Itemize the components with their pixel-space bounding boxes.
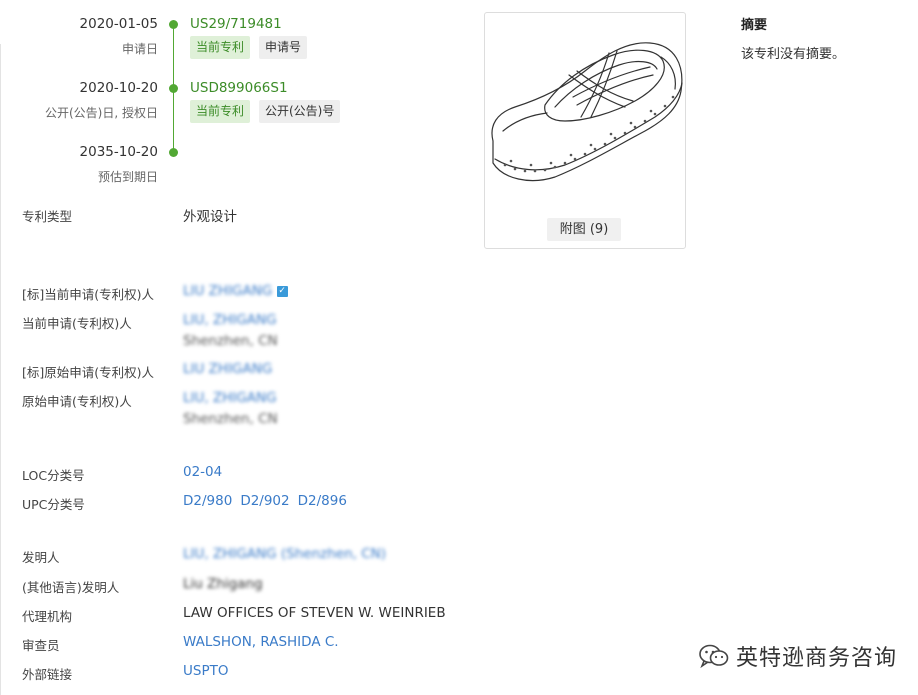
inventor-other-label: (其他语言)发明人 [22,580,120,595]
application-date-label: 申请日 [121,42,158,56]
timeline-dot [169,84,178,93]
watermark-text: 英特逊商务咨询 [736,646,898,671]
external-link-label: 外部链接 [22,667,73,682]
expiry-date-label: 预估到期日 [97,170,158,184]
abstract-text: 该专利没有摘要。 [741,47,846,62]
std-original-applicant-label: [标]原始申请(专利权)人 [22,365,155,380]
uspto-link[interactable]: USPTO [183,663,228,679]
publication-number-link[interactable]: USD899066S1 [190,80,288,96]
wechat-icon [699,644,729,669]
upc-label: UPC分类号 [22,497,85,512]
publication-date-label: 公开(公告)日, 授权日 [45,106,158,120]
figures-button[interactable]: 附图 (9) [547,218,621,241]
inventor-other-value: Liu Zhigang [183,576,263,592]
expiry-date: 2035-10-20 [79,144,158,160]
std-current-applicant-link[interactable]: LIU ZHIGANG [183,283,272,299]
inventor-label: 发明人 [22,550,60,565]
current-applicant-location: Shenzhen, CN [183,333,278,349]
agency-label: 代理机构 [22,609,73,624]
page-frame [0,44,1,695]
inventor-link[interactable]: LIU, ZHIGANG (Shenzhen, CN) [183,546,386,562]
publication-date: 2020-10-20 [79,80,158,96]
current-applicant-link[interactable]: LIU, ZHIGANG [183,312,277,328]
shoe-drawing [491,42,683,182]
patent-type-label: 专利类型 [22,209,73,224]
loc-link[interactable]: 02-04 [183,464,222,480]
timeline-dot [169,20,178,29]
upc-values: D2/980 D2/902 D2/896 [183,493,355,509]
application-number-link[interactable]: US29/719481 [190,16,282,32]
original-applicant-location: Shenzhen, CN [183,411,278,427]
watermark: 英特逊商务咨询 [698,640,897,672]
current-patent-tag: 当前专利 [190,100,251,123]
original-applicant-link[interactable]: LIU, ZHIGANG [183,390,277,406]
upc-link[interactable]: D2/896 [298,493,347,509]
current-patent-tag: 当前专利 [190,36,251,59]
std-current-applicant-label: [标]当前申请(专利权)人 [22,287,155,302]
patent-type-value: 外观设计 [183,209,237,225]
std-original-applicant-link[interactable]: LIU ZHIGANG [183,361,272,377]
figure-card[interactable] [484,12,686,249]
current-applicant-label: 当前申请(专利权)人 [22,316,132,331]
examiner-link[interactable]: WALSHON, RASHIDA C. [183,634,339,650]
std-current-applicant-row: LIU ZHIGANG ✓ [183,283,288,299]
timeline-dot [169,148,178,157]
loc-label: LOC分类号 [22,468,85,483]
application-date: 2020-01-05 [79,16,158,32]
abstract-title: 摘要 [741,18,768,33]
agency-value: LAW OFFICES OF STEVEN W. WEINRIEB [183,605,446,621]
original-applicant-label: 原始申请(专利权)人 [22,394,132,409]
publication-number-tag: 公开(公告)号 [259,100,341,123]
upc-link[interactable]: D2/902 [240,493,289,509]
examiner-label: 审查员 [22,638,60,653]
upc-link[interactable]: D2/980 [183,493,232,509]
verified-icon: ✓ [276,285,288,297]
application-number-tag: 申请号 [259,36,308,59]
